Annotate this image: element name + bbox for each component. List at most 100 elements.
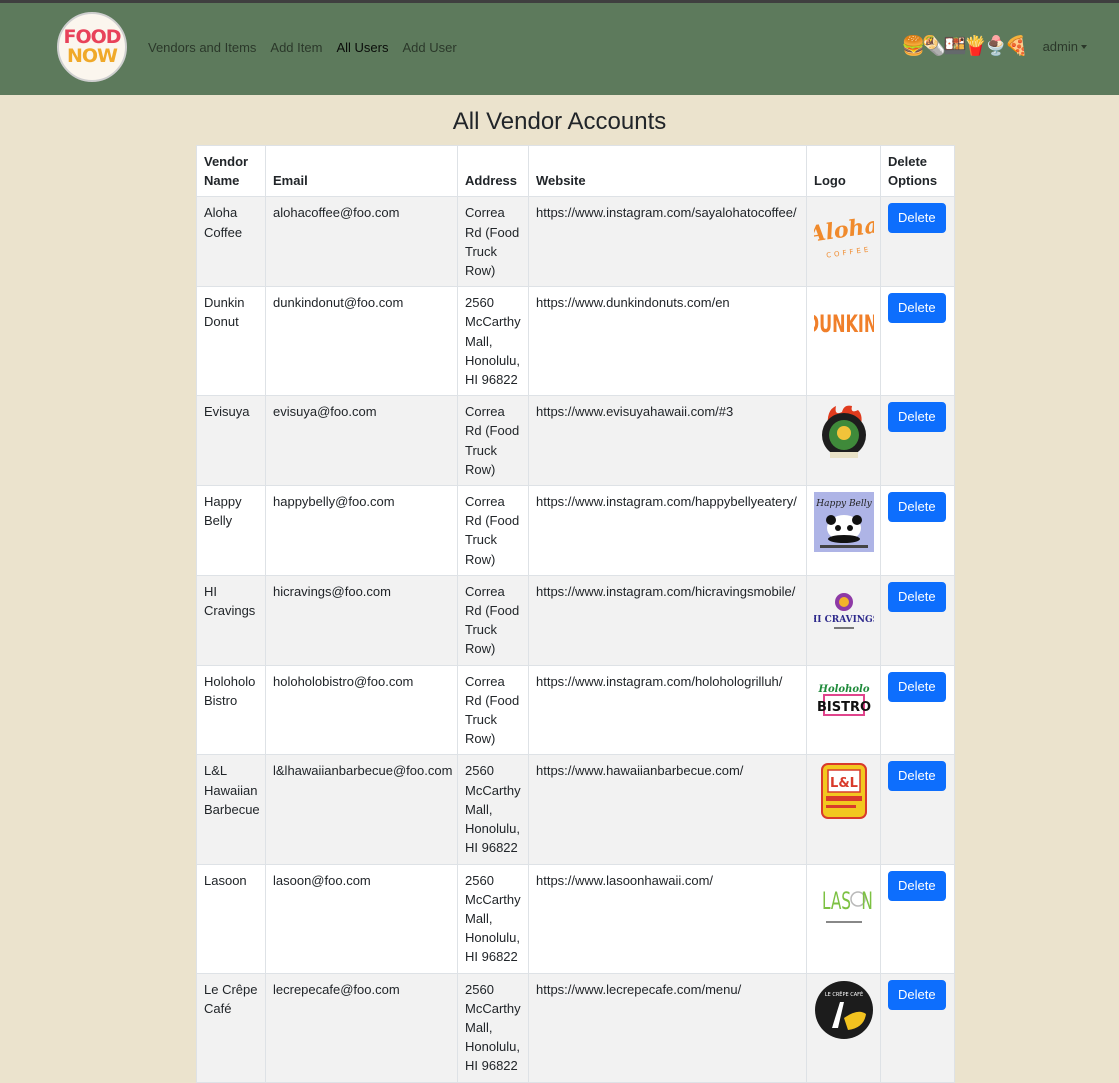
caret-down-icon — [1081, 44, 1087, 49]
delete-button[interactable]: Delete — [888, 402, 946, 433]
website-cell: https://www.instagram.com/holohologrillu… — [528, 664, 807, 756]
svg-text:HI CRAVINGS: HI CRAVINGS — [814, 615, 874, 625]
header-email: Email — [265, 144, 458, 198]
email-cell: hicravings@foo.com — [265, 574, 458, 666]
ll-bbq-logo: L&L — [821, 763, 867, 820]
vendor-name-cell: L&L Hawaiian Barbecue — [196, 754, 266, 865]
delete-cell: Delete — [880, 863, 955, 974]
logo-cell: Happy Belly — [806, 485, 881, 576]
website-cell: https://www.instagram.com/hicravingsmobi… — [528, 574, 807, 666]
table-row: HI Cravings hicravings@foo.com Correa Rd (… — [196, 574, 955, 666]
email-cell: holoholobistro@foo.com — [265, 664, 458, 756]
nav-link-add-user[interactable]: Add User — [402, 40, 456, 55]
website-cell: https://www.lecrepecafe.com/menu/ — [528, 972, 807, 1083]
delete-button[interactable]: Delete — [888, 492, 946, 523]
vendor-name-cell: HI Cravings — [196, 574, 266, 666]
delete-cell: Delete — [880, 754, 955, 865]
svg-text:L&L: L&L — [830, 776, 858, 791]
email-cell: lasoon@foo.com — [265, 863, 458, 974]
table-row: Holoholo Bistro holoholobistro@foo.com Cor… — [196, 664, 955, 756]
delete-cell: Delete — [880, 664, 955, 756]
email-cell: happybelly@foo.com — [265, 485, 458, 576]
email-cell: lecrepecafe@foo.com — [265, 972, 458, 1083]
vendor-name-cell: Holoholo Bistro — [196, 664, 266, 756]
delete-button[interactable]: Delete — [888, 870, 946, 901]
svg-text:LAS: LAS — [822, 886, 851, 915]
email-cell: dunkindonut@foo.com — [265, 286, 458, 397]
address-cell: Correa Rd (Food Truck Row) — [457, 485, 529, 576]
logo-cell: LAS N — [806, 863, 881, 974]
header-address: Address — [457, 144, 529, 198]
user-dropdown[interactable]: admin — [1043, 39, 1087, 54]
delete-button[interactable]: Delete — [888, 761, 946, 792]
le-crepe-logo: LE CRÊPE CAFÉ — [815, 980, 873, 1039]
delete-cell: Delete — [880, 395, 955, 487]
svg-text:LE CRÊPE CAFÉ: LE CRÊPE CAFÉ — [825, 990, 863, 998]
food-now-logo[interactable]: FOOD NOW — [57, 12, 127, 82]
page-title: All Vendor Accounts — [452, 108, 667, 135]
address-cell: Correa Rd (Food Truck Row) — [457, 664, 529, 756]
delete-cell: Delete — [880, 286, 955, 397]
nav-link-add-item[interactable]: Add Item — [270, 40, 322, 55]
website-cell: https://www.hawaiianbarbecue.com/ — [528, 754, 807, 865]
email-cell: alohacoffee@foo.com — [265, 196, 458, 288]
delete-button[interactable]: Delete — [888, 293, 946, 324]
header-delete-options: Delete Options — [880, 144, 955, 198]
delete-cell: Delete — [880, 574, 955, 666]
vendor-name-cell: Lasoon — [196, 863, 266, 974]
table-row: Evisuya evisuya@foo.com Correa Rd (Food Tr… — [196, 395, 955, 487]
logo-cell: Holoholo BISTRO — [806, 664, 881, 756]
svg-text:Holoholo: Holoholo — [818, 684, 870, 695]
delete-button[interactable]: Delete — [888, 581, 946, 612]
table-row: Aloha Coffee alohacoffee@foo.com Correa Rd… — [196, 196, 955, 288]
table-row: Happy Belly happybelly@foo.com Correa Rd (… — [196, 485, 955, 576]
delete-button[interactable]: Delete — [888, 203, 946, 234]
dunkin-logo: DUNKIN' — [814, 310, 874, 338]
address-cell: 2560 McCarthy Mall, Honolulu, HI 96822 — [457, 972, 529, 1083]
svg-text:COFFEE: COFFEE — [826, 246, 872, 260]
delete-button[interactable]: Delete — [888, 671, 946, 702]
website-cell: https://www.lasoonhawaii.com/ — [528, 863, 807, 974]
delete-cell: Delete — [880, 485, 955, 576]
nav-link-all-users[interactable]: All Users — [336, 40, 388, 55]
email-cell: l&lhawaiianbarbecue@foo.com — [265, 754, 458, 865]
logo-cell: DUNKIN' — [806, 286, 881, 397]
user-name: admin — [1042, 38, 1078, 54]
table-row: Le Crêpe Café lecrepecafe@foo.com 2560 McC… — [196, 972, 955, 1083]
svg-text:Aloha: Aloha — [814, 213, 874, 249]
evisuya-logo — [822, 405, 866, 459]
table-row: Lasoon lasoon@foo.com 2560 McCarthy Mall, … — [196, 863, 955, 974]
website-cell: https://www.evisuyahawaii.com/#3 — [528, 395, 807, 487]
table-header-row: Vendor Name Email Address Website Logo D… — [196, 144, 955, 198]
brand-line2: NOW — [66, 45, 118, 67]
address-cell: 2560 McCarthy Mall, Honolulu, HI 96822 — [457, 863, 529, 974]
delete-button[interactable]: Delete — [888, 979, 946, 1010]
aloha-coffee-logo: Aloha COFFEE — [814, 213, 874, 260]
website-cell: https://www.instagram.com/happybellyeate… — [528, 485, 807, 576]
email-cell: evisuya@foo.com — [265, 395, 458, 487]
food-emoji-icons: 🍔🌯🍱🍟🍨🍕 — [901, 36, 1029, 57]
address-cell: Correa Rd (Food Truck Row) — [457, 395, 529, 487]
logo-cell: Aloha COFFEE — [806, 196, 881, 288]
vendor-name-cell: Le Crêpe Café — [196, 972, 266, 1083]
happy-belly-logo: Happy Belly — [814, 492, 874, 553]
lasoon-logo: LAS N — [822, 886, 873, 923]
svg-text:N: N — [861, 886, 872, 915]
nav-link-vendors-and-items[interactable]: Vendors and Items — [148, 40, 256, 55]
vendor-name-cell: Evisuya — [196, 395, 266, 487]
table-row: L&L Hawaiian Barbecue l&lhawaiianbarbecue… — [196, 754, 955, 865]
nav-right: 🍔🌯🍱🍟🍨🍕 admin — [902, 34, 1087, 58]
logo-cell: LE CRÊPE CAFÉ — [806, 972, 881, 1083]
header-logo: Logo — [806, 144, 881, 198]
address-cell: 2560 McCarthy Mall, Honolulu, HI 96822 — [457, 286, 529, 397]
vendor-name-cell: Dunkin Donut — [196, 286, 266, 397]
address-cell: Correa Rd (Food Truck Row) — [457, 574, 529, 666]
header-website: Website — [528, 144, 807, 198]
logo-cell: HI CRAVINGS — [806, 574, 881, 666]
svg-text:DUNKIN': DUNKIN' — [814, 310, 874, 338]
holoholo-bistro-logo: Holoholo BISTRO — [817, 684, 871, 716]
svg-text:Happy Belly: Happy Belly — [815, 499, 872, 509]
table-row: Dunkin Donut dunkindonut@foo.com 2560 McCa… — [196, 286, 955, 397]
address-cell: 2560 McCarthy Mall, Honolulu, HI 96822 — [457, 754, 529, 865]
delete-cell: Delete — [880, 196, 955, 288]
